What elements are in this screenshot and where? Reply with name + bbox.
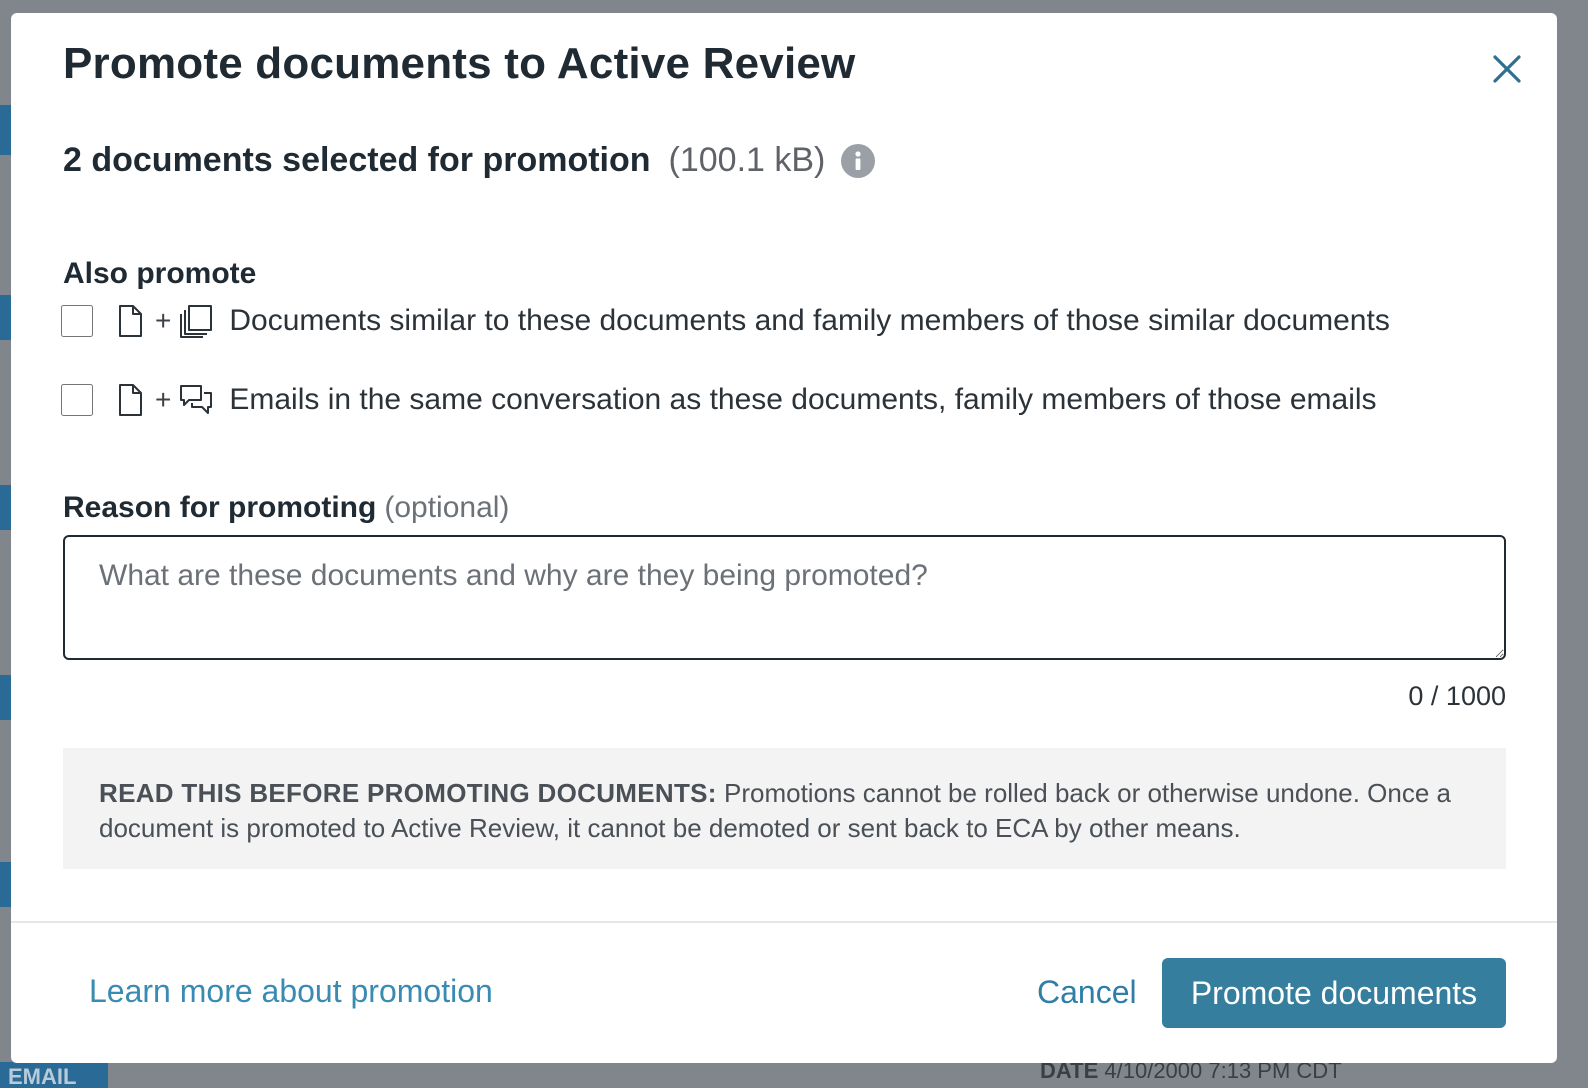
reason-textarea[interactable]	[63, 535, 1506, 660]
promote-dialog: Promote documents to Active Review 2 doc…	[11, 13, 1557, 1063]
background-email-tag: EMAIL	[0, 1062, 108, 1088]
info-icon[interactable]	[841, 143, 876, 178]
similar-documents-label: Documents similar to these documents and…	[229, 304, 1390, 337]
also-promote-label: Also promote	[63, 257, 257, 290]
learn-more-link[interactable]: Learn more about promotion	[89, 973, 493, 1010]
close-icon	[1493, 55, 1521, 83]
reason-optional-text: (optional)	[384, 491, 510, 524]
document-icon	[119, 384, 142, 416]
warning-notice: READ THIS BEFORE PROMOTING DOCUMENTS: Pr…	[63, 748, 1506, 869]
warning-heading: READ THIS BEFORE PROMOTING DOCUMENTS:	[99, 778, 717, 808]
document-icon	[119, 305, 142, 337]
option-conversation-emails[interactable]: + Emails in the same conversation as the…	[61, 383, 1377, 417]
reason-label: Reason for promoting (optional)	[63, 491, 509, 525]
selection-summary: 2 documents selected for promotion (100.…	[63, 141, 876, 180]
character-counter: 0 / 1000	[1408, 681, 1506, 711]
selection-size: (100.1 kB)	[668, 141, 826, 179]
dialog-title: Promote documents to Active Review	[63, 39, 856, 88]
footer-divider	[11, 921, 1557, 923]
promote-documents-button[interactable]: Promote documents	[1162, 958, 1506, 1028]
stacked-documents-icon	[180, 305, 213, 338]
selection-count: 2 documents selected for promotion	[63, 141, 651, 179]
option-similar-documents[interactable]: + Documents similar to these documents a…	[61, 304, 1390, 338]
conversation-emails-checkbox[interactable]	[61, 384, 93, 416]
reason-label-text: Reason for promoting	[63, 491, 377, 524]
conversation-emails-label: Emails in the same conversation as these…	[229, 383, 1377, 416]
cancel-button[interactable]: Cancel	[1027, 965, 1147, 1019]
similar-documents-checkbox[interactable]	[61, 305, 93, 337]
close-button[interactable]	[1487, 49, 1527, 89]
conversation-icon	[180, 385, 213, 414]
plus-sign: +	[155, 384, 172, 415]
plus-sign: +	[155, 305, 172, 336]
